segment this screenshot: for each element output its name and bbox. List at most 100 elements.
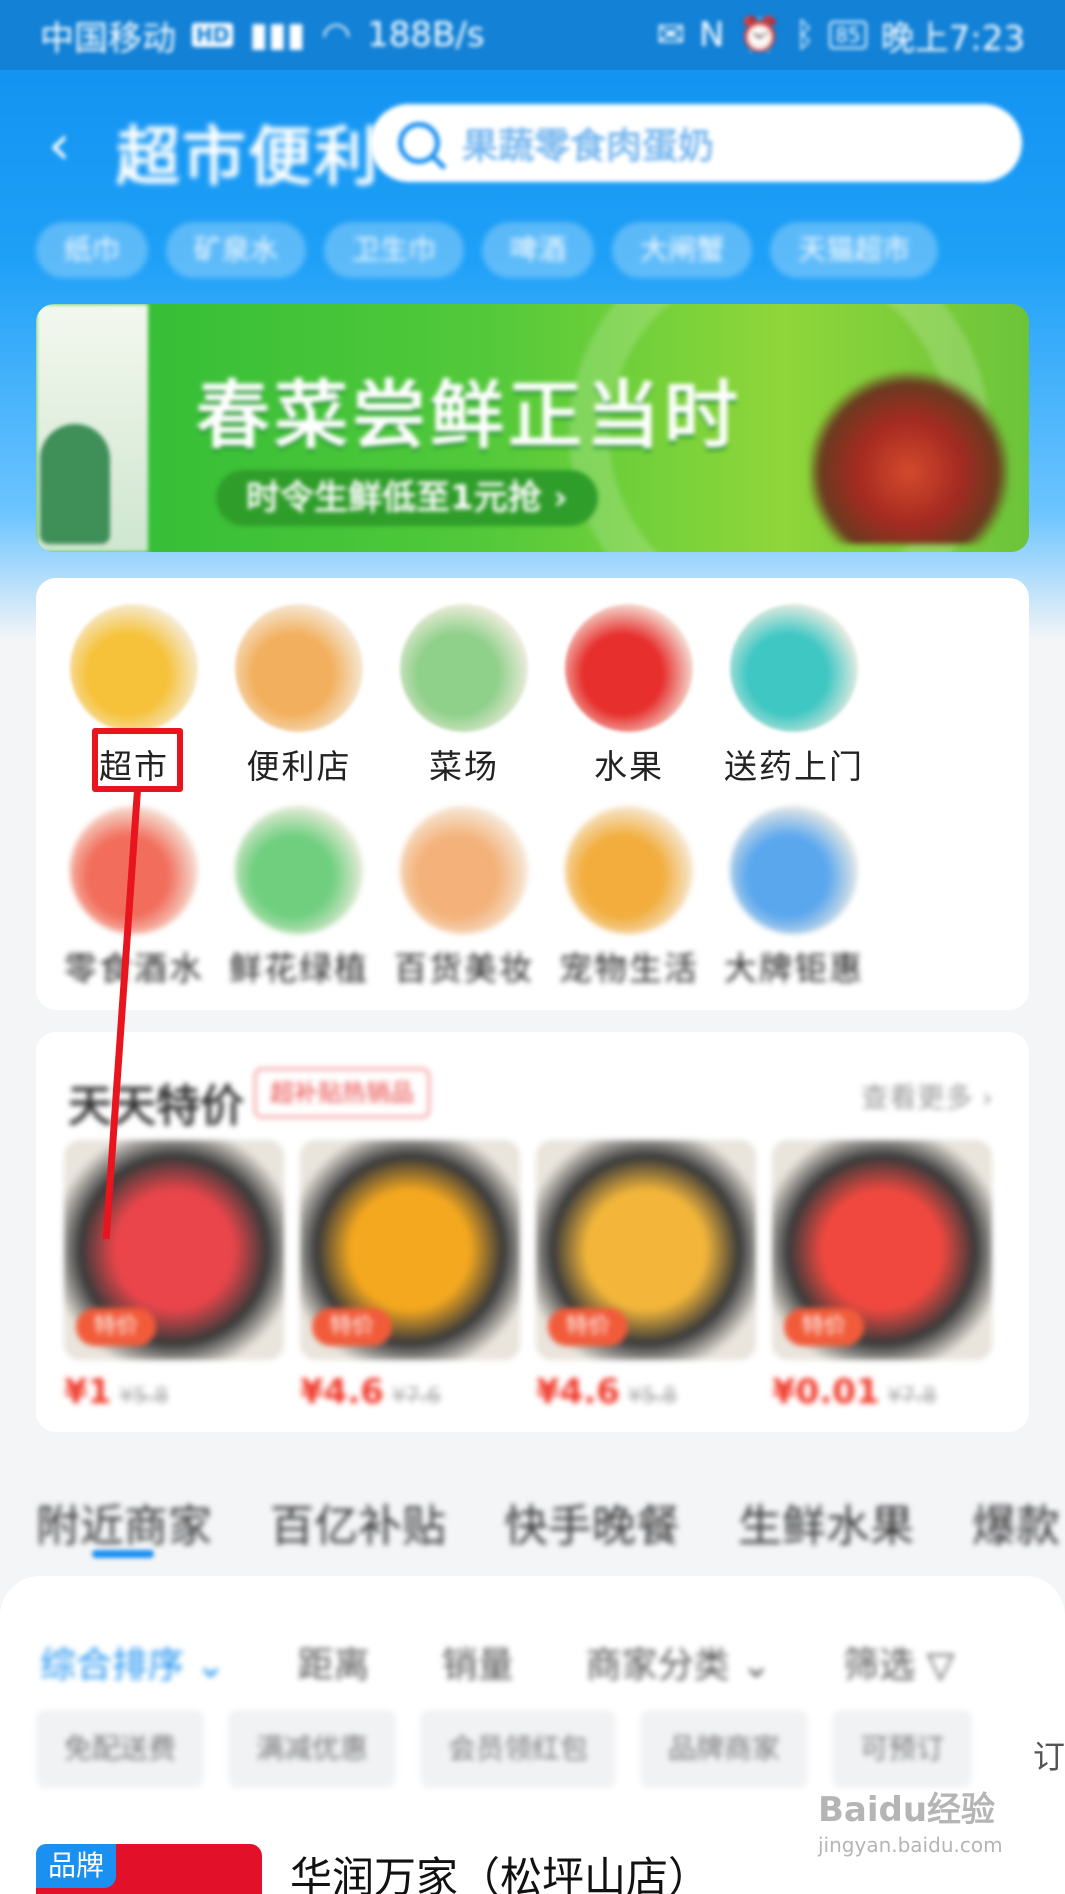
tab-active-indicator: [92, 1550, 154, 1558]
apple-icon: [565, 604, 693, 732]
deal-original-price: ¥5.8: [627, 1384, 677, 1409]
deal-image: 特价: [64, 1140, 284, 1360]
category-label: 零食酒水: [64, 949, 204, 988]
flower-icon: [235, 806, 363, 934]
chip-5[interactable]: 天猫超市: [770, 222, 939, 278]
category-item-2[interactable]: 百货美妆: [374, 806, 554, 990]
sandwich-icon: [235, 604, 363, 732]
banner-left-image: [36, 304, 148, 552]
banner-title: 春菜尝鲜正当时: [196, 373, 742, 459]
banner-flower-image: [809, 364, 1009, 544]
nfc-icon: N: [699, 15, 725, 55]
deal-image: 特价: [300, 1140, 520, 1360]
category-item-2[interactable]: 菜场: [374, 604, 554, 788]
promo-banner[interactable]: 春菜尝鲜正当时 时令生鲜低至1元抢 ›: [36, 304, 1029, 552]
chip-2[interactable]: 卫生巾: [324, 222, 465, 278]
edge-text: 订: [1032, 1738, 1065, 1776]
filter-chips: 免配送费 满减优惠 会员领红包 品牌商家 可预订: [36, 1710, 973, 1788]
deal-price-row: ¥4.6 ¥7.6: [300, 1372, 520, 1412]
wifi-icon: ◠: [321, 15, 352, 55]
deal-item[interactable]: 特价 ¥4.6 ¥7.6: [300, 1140, 520, 1412]
chip-1[interactable]: 矿泉水: [166, 222, 307, 278]
deal-price: ¥4.6: [536, 1372, 620, 1412]
chip-3[interactable]: 啤酒: [482, 222, 595, 278]
filter-preorder[interactable]: 可预订: [832, 1710, 973, 1788]
filter-discount[interactable]: 满减优惠: [228, 1710, 397, 1788]
tab-nearby[interactable]: 附近商家: [36, 1490, 212, 1554]
search-input[interactable]: 果蔬零食肉蛋奶: [370, 104, 1022, 182]
annotation-highlight-box: [92, 728, 183, 792]
category-item-4[interactable]: 大牌钜惠: [704, 806, 884, 990]
deal-badge: 特价: [784, 1308, 865, 1346]
tab-fresh[interactable]: 生鲜水果: [738, 1490, 914, 1554]
status-bar: 中国移动 HD ▮▮▮ ◠ 188B/s ✉ N ⏰ ᛒ 85 晚上7:23: [0, 0, 1065, 70]
watermark-url: jingyan.baidu.com: [818, 1833, 1003, 1857]
deal-image: 特价: [772, 1140, 992, 1360]
sort-default[interactable]: 综合排序 ⌄: [40, 1636, 226, 1688]
filter-free-delivery[interactable]: 免配送费: [36, 1710, 205, 1788]
search-icon: [398, 122, 440, 164]
sort-category[interactable]: 商家分类 ⌄: [586, 1636, 772, 1688]
deal-original-price: ¥5.8: [119, 1384, 169, 1409]
category-label: 菜场: [429, 747, 499, 786]
chip-4[interactable]: 大闸蟹: [612, 222, 753, 278]
category-item-3[interactable]: 水果: [539, 604, 719, 788]
deal-item[interactable]: 特价 ¥0.01 ¥7.8: [772, 1140, 992, 1412]
search-placeholder: 果蔬零食肉蛋奶: [462, 126, 715, 167]
carrier-label: 中国移动: [40, 18, 176, 59]
deal-badge: 特价: [312, 1308, 393, 1346]
banner-subtitle: 时令生鲜低至1元抢 ›: [216, 470, 598, 526]
hd-icon: HD: [192, 23, 234, 47]
category-label: 水果: [594, 747, 664, 786]
tab-dinner[interactable]: 快手晚餐: [504, 1490, 680, 1554]
category-label: 送药上门: [724, 747, 864, 786]
network-speed: 188B/s: [367, 15, 485, 55]
sort-sales[interactable]: 销量: [442, 1636, 514, 1688]
signal-icon: ▮▮▮: [249, 15, 306, 55]
bluetooth-icon: ᛒ: [794, 15, 816, 55]
battery-icon: 85: [829, 21, 867, 49]
deal-item[interactable]: 特价 ¥1 ¥5.8: [64, 1140, 284, 1412]
deal-item[interactable]: 特价 ¥4.6 ¥5.8: [536, 1140, 756, 1412]
category-item-1[interactable]: 鲜花绿植: [209, 806, 389, 990]
category-label: 便利店: [246, 747, 352, 786]
category-label: 大牌钜惠: [724, 949, 864, 988]
category-label: 宠物生活: [559, 949, 699, 988]
medicine-box-icon: [730, 604, 858, 732]
filter-brand[interactable]: 品牌商家: [640, 1710, 809, 1788]
milk-icon: [730, 806, 858, 934]
alarm-icon: ⏰: [738, 15, 781, 55]
vegetable-icon: [400, 604, 528, 732]
tab-subsidy[interactable]: 百亿补贴: [270, 1490, 446, 1554]
deal-price: ¥1: [64, 1372, 112, 1412]
deal-original-price: ¥7.6: [391, 1384, 441, 1409]
chip-0[interactable]: 纸巾: [36, 222, 149, 278]
watermark-text: Baidu经验: [818, 1790, 996, 1830]
category-item-1[interactable]: 便利店: [209, 604, 389, 788]
deal-price-row: ¥1 ¥5.8: [64, 1372, 284, 1412]
deals-more-link[interactable]: 查看更多 ›: [861, 1076, 993, 1116]
back-arrow-icon[interactable]: ‹: [48, 118, 88, 174]
deal-price: ¥0.01: [772, 1372, 880, 1412]
deal-badge: 特价: [548, 1308, 629, 1346]
hot-search-chips: 纸巾 矿泉水 卫生巾 啤酒 大闸蟹 天猫超市: [36, 222, 939, 278]
category-item-4[interactable]: 送药上门: [704, 604, 884, 788]
tab-hot[interactable]: 爆款: [972, 1490, 1060, 1554]
sort-filter[interactable]: 筛选 ▽: [843, 1636, 954, 1688]
filter-member-coupon[interactable]: 会员领红包: [420, 1710, 617, 1788]
sort-bar: 综合排序 ⌄ 距离 销量 商家分类 ⌄ 筛选 ▽: [40, 1636, 954, 1688]
deal-original-price: ¥7.8: [887, 1384, 937, 1409]
deal-price-row: ¥4.6 ¥5.8: [536, 1372, 756, 1412]
header-bar: ‹ 超市便利 果蔬零食肉蛋奶: [0, 100, 1065, 195]
sort-distance[interactable]: 距离: [298, 1636, 370, 1688]
daily-deals-card: 天天特价 超补贴热销品 查看更多 › 特价 ¥1 ¥5.8 特价 ¥4.6 ¥7.6 特价 ¥…: [36, 1032, 1029, 1432]
deals-title: 天天特价: [68, 1081, 244, 1132]
deal-price: ¥4.6: [300, 1372, 384, 1412]
deal-badge: 特价: [76, 1308, 157, 1346]
category-card: 超市 便利店 菜场 水果 送药上门 零食酒水 鲜花绿植 百货美妆 宠物生活 大牌钜惠: [36, 578, 1029, 1010]
deals-tag: 超补贴热销品: [254, 1068, 430, 1118]
pet-food-icon: [565, 806, 693, 934]
notification-icon: ✉: [656, 15, 686, 55]
deal-image: 特价: [536, 1140, 756, 1360]
category-item-3[interactable]: 宠物生活: [539, 806, 719, 990]
